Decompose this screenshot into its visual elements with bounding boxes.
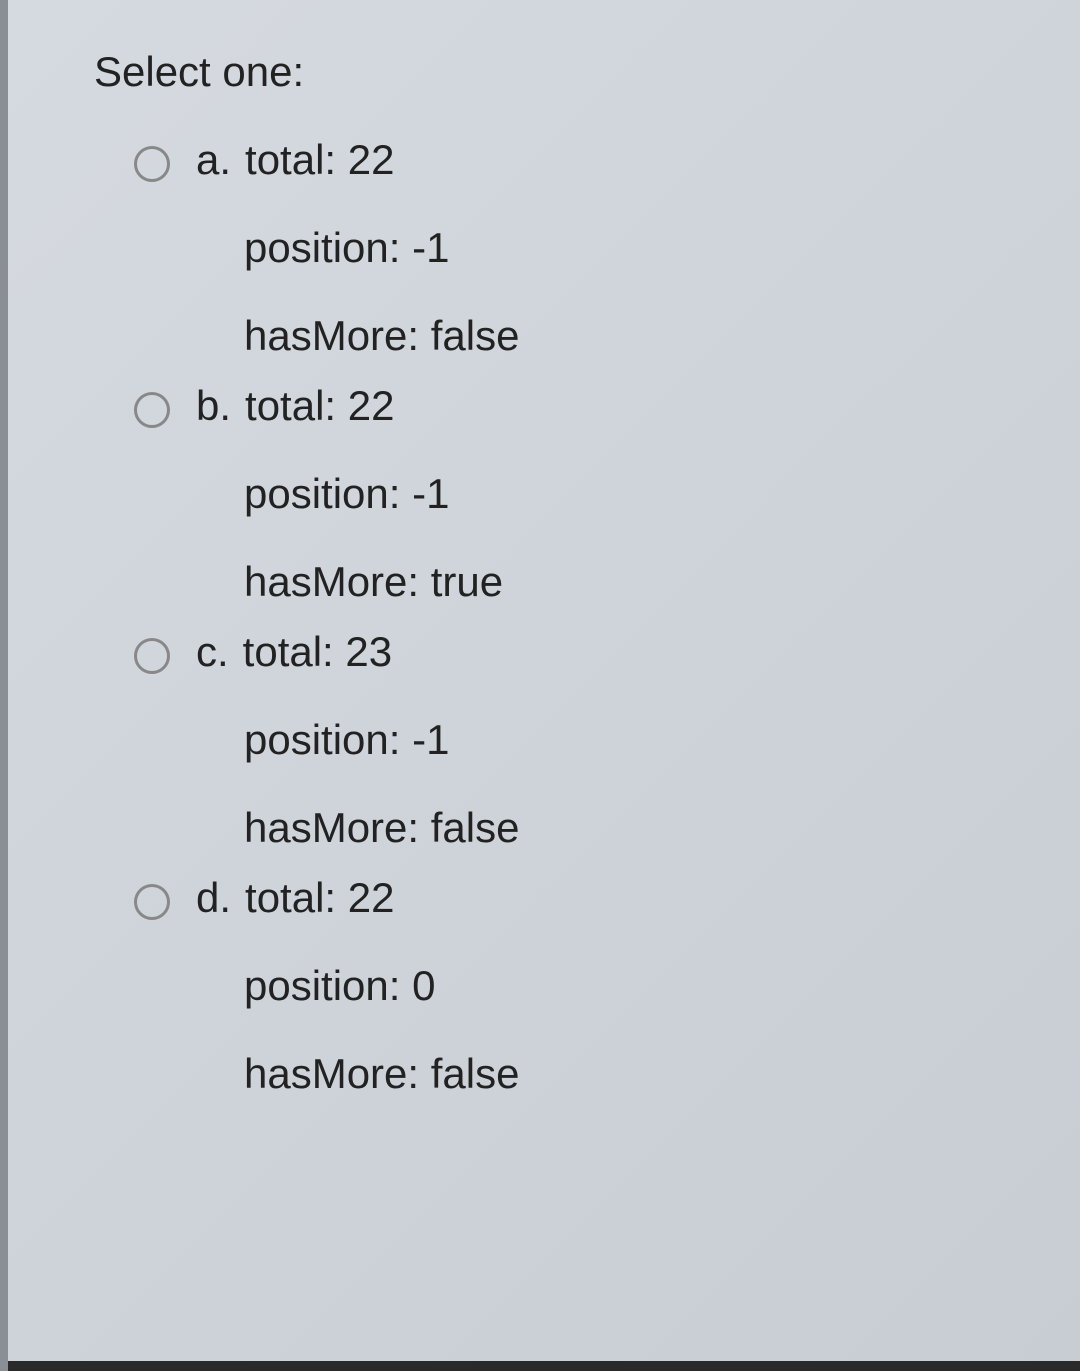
option-a-body: a. total: 22 position: -1 hasMore: false [196,136,519,360]
radio-d[interactable] [134,884,170,920]
option-a-total: total: 22 [245,136,394,184]
option-b-total: total: 22 [245,382,394,430]
option-c-hasmore: hasMore: false [244,804,519,852]
option-a-letter: a. [196,136,231,184]
option-d-letter: d. [196,874,231,922]
option-c-letter: c. [196,628,229,676]
option-b-position: position: -1 [244,470,503,518]
option-a: a. total: 22 position: -1 hasMore: false [94,136,1080,360]
option-d-total: total: 22 [245,874,394,922]
option-d-first-line: d. total: 22 [196,874,519,922]
option-c-body: c. total: 23 position: -1 hasMore: false [196,628,519,852]
option-d: d. total: 22 position: 0 hasMore: false [94,874,1080,1098]
option-c-first-line: c. total: 23 [196,628,519,676]
option-b-hasmore: hasMore: true [244,558,503,606]
option-c-position: position: -1 [244,716,519,764]
option-d-position: position: 0 [244,962,519,1010]
option-c: c. total: 23 position: -1 hasMore: false [94,628,1080,852]
option-b-letter: b. [196,382,231,430]
option-b-body: b. total: 22 position: -1 hasMore: true [196,382,503,606]
option-a-hasmore: hasMore: false [244,312,519,360]
option-b: b. total: 22 position: -1 hasMore: true [94,382,1080,606]
radio-c[interactable] [134,638,170,674]
radio-b[interactable] [134,392,170,428]
radio-a[interactable] [134,146,170,182]
option-d-body: d. total: 22 position: 0 hasMore: false [196,874,519,1098]
option-b-first-line: b. total: 22 [196,382,503,430]
option-a-position: position: -1 [244,224,519,272]
option-a-first-line: a. total: 22 [196,136,519,184]
option-d-hasmore: hasMore: false [244,1050,519,1098]
bottom-bar [8,1361,1080,1371]
option-c-total: total: 23 [243,628,392,676]
question-block: Select one: a. total: 22 position: -1 ha… [8,0,1080,1098]
select-one-prompt: Select one: [94,48,1080,96]
